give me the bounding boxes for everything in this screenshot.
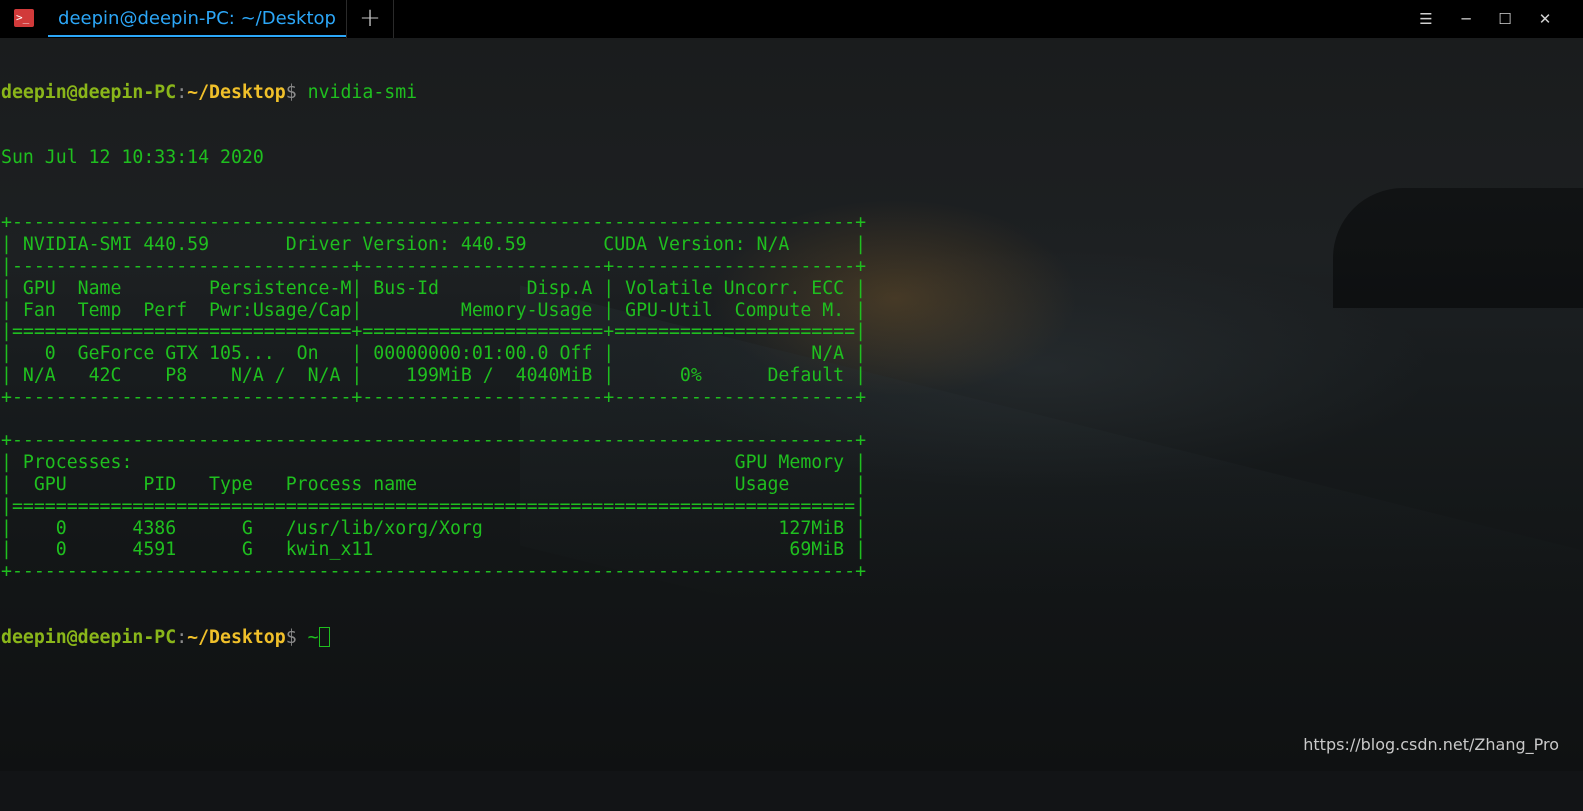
smi-line: +-------------------------------+-------… — [1, 386, 867, 408]
smi-line: | 0 GeForce GTX 105... On | 00000000:01:… — [1, 343, 867, 365]
smi-line — [1, 409, 866, 431]
smi-line: +---------------------------------------… — [1, 212, 867, 234]
add-tab-button[interactable]: + — [347, 0, 393, 38]
command-text: nvidia-smi — [307, 81, 418, 103]
wallpaper-cliff — [1333, 188, 1583, 308]
prompt-dollar: $ — [285, 81, 308, 103]
tab-divider — [393, 0, 394, 38]
prompt-user-host: deepin@deepin-PC — [1, 626, 177, 648]
active-tab-indicator — [48, 35, 346, 37]
smi-line: | GPU PID Type Process name Usage | — [1, 473, 867, 495]
tab-title: deepin@deepin-PC: ~/Desktop — [58, 8, 336, 29]
smi-line: | GPU Name Persistence-M| Bus-Id Disp.A … — [1, 277, 867, 299]
smi-line: |-------------------------------+-------… — [1, 255, 867, 277]
prompt-separator: : — [176, 626, 188, 648]
smi-line: | 0 4591 G kwin_x11 69MiB | — [1, 539, 867, 561]
smi-line: | N/A 42C P8 N/A / N/A | 199MiB / 4040Mi… — [1, 364, 867, 386]
smi-line: | Fan Temp Perf Pwr:Usage/Cap| Memory-Us… — [1, 299, 867, 321]
command-line: deepin@deepin-PC:~/Desktop$ nvidia-smi — [1, 82, 866, 104]
prompt-dollar: $ — [285, 626, 308, 648]
terminal-output[interactable]: deepin@deepin-PC:~/Desktop$ nvidia-smi S… — [1, 38, 866, 670]
prompt-path: ~/Desktop — [187, 626, 286, 648]
smi-line: |=======================================… — [1, 495, 867, 517]
menu-icon[interactable]: ☰ — [1406, 0, 1446, 38]
close-icon[interactable]: ✕ — [1525, 0, 1565, 38]
smi-line: +---------------------------------------… — [1, 561, 867, 583]
terminal-app-icon[interactable]: >_ — [14, 9, 34, 27]
prompt-separator: : — [176, 81, 188, 103]
smi-line: | Processes: GPU Memory | — [1, 452, 867, 474]
title-bar: >_ deepin@deepin-PC: ~/Desktop + ☰ ─ ☐ ✕ — [0, 0, 1583, 38]
text-cursor — [318, 626, 330, 647]
date-line: Sun Jul 12 10:33:14 2020 — [1, 146, 264, 168]
active-prompt-line[interactable]: deepin@deepin-PC:~/Desktop$ ~ — [1, 626, 866, 649]
smi-line: +---------------------------------------… — [1, 430, 867, 452]
smi-line: | 0 4386 G /usr/lib/xorg/Xorg 127MiB | — [1, 517, 867, 539]
prompt-path: ~/Desktop — [187, 81, 286, 103]
smi-line: |===============================+=======… — [1, 321, 867, 343]
maximize-icon[interactable]: ☐ — [1485, 0, 1525, 38]
watermark: https://blog.csdn.net/Zhang_Pro — [1303, 735, 1559, 754]
minimize-icon[interactable]: ─ — [1446, 0, 1486, 38]
prompt-user-host: deepin@deepin-PC — [1, 81, 177, 103]
tab-terminal[interactable]: deepin@deepin-PC: ~/Desktop — [48, 0, 346, 38]
nvidia-smi-table: +---------------------------------------… — [1, 212, 866, 583]
input-text[interactable]: ~ — [308, 627, 319, 648]
smi-line: | NVIDIA-SMI 440.59 Driver Version: 440.… — [1, 234, 867, 256]
